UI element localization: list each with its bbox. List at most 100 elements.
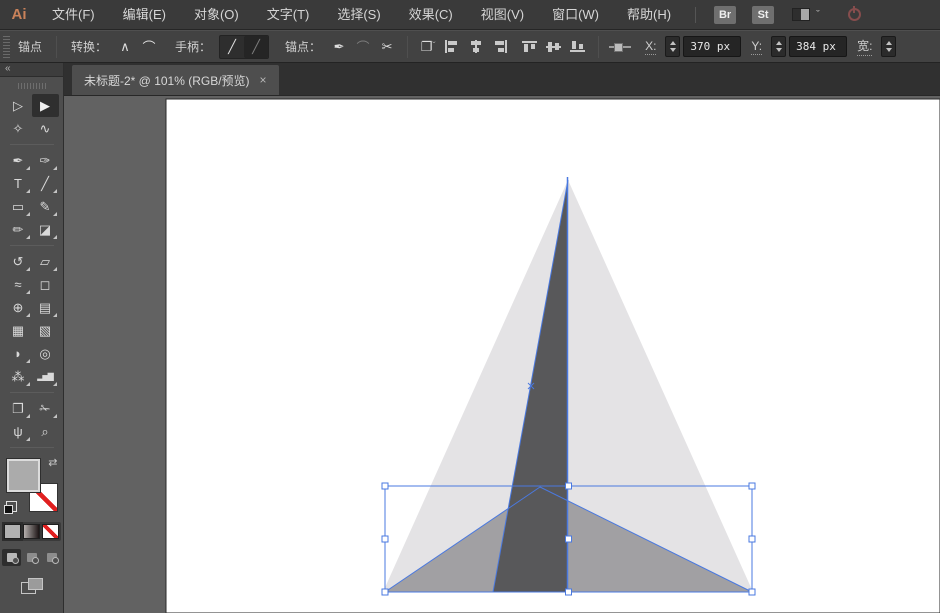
lasso-tool[interactable]: ∿ <box>32 117 59 140</box>
close-icon[interactable]: × <box>260 74 267 86</box>
menu-window[interactable]: 窗口(W) <box>542 0 609 29</box>
align-left-icon[interactable] <box>440 36 464 58</box>
x-input[interactable]: 370 px <box>683 36 742 57</box>
perspective-grid-tool[interactable]: ▤ <box>32 296 59 319</box>
blend-tool[interactable]: ◎ <box>32 342 59 365</box>
selection-handle-e[interactable] <box>748 535 756 543</box>
menu-type[interactable]: 文字(T) <box>257 0 320 29</box>
artboard-tool[interactable]: ❐ <box>5 397 32 420</box>
y-stepper[interactable] <box>771 36 787 57</box>
curvature-pen-tool[interactable]: ✑ <box>32 149 59 172</box>
none-button[interactable] <box>42 524 59 539</box>
collapse-panel-button[interactable]: « <box>0 63 63 77</box>
canvas-area[interactable] <box>64 96 940 613</box>
draw-inside-button[interactable] <box>42 549 61 566</box>
selection-handle-ne[interactable] <box>748 482 756 490</box>
x-label[interactable]: X: <box>645 39 657 55</box>
y-label[interactable]: Y: <box>751 39 763 55</box>
slice-tool[interactable]: ✁ <box>32 397 59 420</box>
convert-to-smooth-button[interactable]: ⌒ <box>137 36 161 58</box>
document-title: 未标题-2* @ 101% (RGB/预览) <box>84 73 250 88</box>
width-label[interactable]: 宽: <box>857 37 873 56</box>
eraser-tool[interactable]: ◪ <box>32 218 59 241</box>
draw-normal-button[interactable] <box>2 549 21 566</box>
shape-builder-tool[interactable]: ⊕ <box>5 296 32 319</box>
selection-handle-sw[interactable] <box>381 588 389 596</box>
document-tab[interactable]: 未标题-2* @ 101% (RGB/预览) × <box>72 65 279 95</box>
align-center-vertical-icon[interactable] <box>542 36 566 58</box>
align-bottom-icon[interactable] <box>566 36 590 58</box>
cs-live-icon[interactable] <box>847 6 861 21</box>
fill-swatch[interactable] <box>5 458 41 493</box>
symbol-sprayer-tool[interactable]: ⁂ <box>5 365 32 388</box>
anchors-label: 锚点： <box>285 40 322 54</box>
align-center-horizontal-icon[interactable] <box>464 36 488 58</box>
gradient-tool[interactable]: ▧ <box>32 319 59 342</box>
line-segment-tool[interactable]: ╱ <box>32 172 59 195</box>
bridge-button[interactable]: Br <box>714 5 737 24</box>
handle-display-group: ╱ ╱ <box>219 34 270 59</box>
handles-label: 手柄： <box>175 40 212 54</box>
draw-behind-button[interactable] <box>22 549 41 566</box>
column-graph-tool[interactable]: ▂▅▇ <box>32 365 59 388</box>
rotate-tool[interactable]: ↺ <box>5 250 32 273</box>
selection-tool[interactable]: ▶ <box>31 94 59 117</box>
tools-dock: « ▷ ▶ ✧ ∿ ✒ ✑ T ╱ ▭ ✎ ✏ ◪ ↺ ▱ ≈ ◻ ⊕ ▤ ▦ … <box>0 63 64 613</box>
isolate-artboard-button[interactable]: ❐ ˇ <box>416 36 440 58</box>
swap-fill-stroke-icon[interactable]: ⇄ <box>48 456 57 469</box>
toolbar-grip[interactable] <box>17 83 46 89</box>
eyedropper-tool[interactable]: ◗ <box>5 342 32 365</box>
type-tool[interactable]: T <box>5 172 32 195</box>
x-stepper[interactable] <box>665 36 681 57</box>
align-right-icon[interactable] <box>488 36 512 58</box>
gradient-button[interactable] <box>23 524 40 539</box>
selection-handle-n[interactable] <box>565 482 572 490</box>
selection-handle-se[interactable] <box>748 588 756 596</box>
default-fill-stroke-icon[interactable] <box>3 501 17 514</box>
pen-tool[interactable]: ✒ <box>5 149 32 172</box>
color-button[interactable] <box>4 524 21 539</box>
zoom-tool[interactable]: ⌕ <box>32 420 59 443</box>
scale-tool[interactable]: ▱ <box>32 250 59 273</box>
selection-handle-w[interactable] <box>381 535 389 543</box>
panel-grip[interactable] <box>3 35 10 58</box>
menu-object[interactable]: 对象(O) <box>184 0 249 29</box>
paint-style-buttons <box>2 522 61 541</box>
menubar-separator <box>695 6 697 23</box>
menu-view[interactable]: 视图(V) <box>471 0 534 29</box>
y-input[interactable]: 384 px <box>789 36 848 57</box>
illustrator-window: Ai 文件(F) 编辑(E) 对象(O) 文字(T) 选择(S) 效果(C) 视… <box>0 0 940 613</box>
magic-wand-tool[interactable]: ✧ <box>5 117 32 140</box>
paintbrush-tool[interactable]: ✎ <box>32 195 59 218</box>
menu-effect[interactable]: 效果(C) <box>399 0 463 29</box>
align-top-icon[interactable] <box>518 36 542 58</box>
screen-mode-button[interactable] <box>20 578 43 594</box>
workspace-switcher[interactable]: ˇ <box>792 8 820 21</box>
add-anchor-pen-button[interactable]: ✒ <box>327 36 351 58</box>
width-stepper[interactable] <box>881 36 897 57</box>
show-handles-button[interactable]: ╱ <box>220 36 244 58</box>
reference-point-widget[interactable] <box>609 42 632 52</box>
menu-file[interactable]: 文件(F) <box>42 0 105 29</box>
free-transform-tool[interactable]: ◻ <box>32 273 59 296</box>
cut-path-button[interactable]: ✂ <box>375 36 399 58</box>
hide-handles-button[interactable]: ╱ <box>244 35 269 58</box>
hand-tool[interactable]: ψ <box>5 420 32 443</box>
menu-bar: Ai 文件(F) 编辑(E) 对象(O) 文字(T) 选择(S) 效果(C) 视… <box>0 0 940 30</box>
mesh-tool[interactable]: ▦ <box>5 319 32 342</box>
menu-edit[interactable]: 编辑(E) <box>113 0 176 29</box>
menu-select[interactable]: 选择(S) <box>327 0 390 29</box>
width-tool[interactable]: ≈ <box>5 273 32 296</box>
direct-selection-tool[interactable]: ▷ <box>5 94 32 117</box>
pencil-tool[interactable]: ✏ <box>5 218 32 241</box>
selection-center-point <box>565 535 572 543</box>
document-tab-bar: 未标题-2* @ 101% (RGB/预览) × <box>64 63 940 96</box>
convert-to-corner-button[interactable]: ∧ <box>113 36 137 58</box>
remove-anchor-button: ⌒ <box>356 40 370 55</box>
fill-stroke-control: ⇄ <box>3 456 60 514</box>
selection-handle-s[interactable] <box>565 588 572 596</box>
mini-bridge-button[interactable]: St <box>752 5 775 24</box>
menu-help[interactable]: 帮助(H) <box>617 0 681 29</box>
selection-handle-nw[interactable] <box>381 482 389 490</box>
rectangle-tool[interactable]: ▭ <box>5 195 32 218</box>
